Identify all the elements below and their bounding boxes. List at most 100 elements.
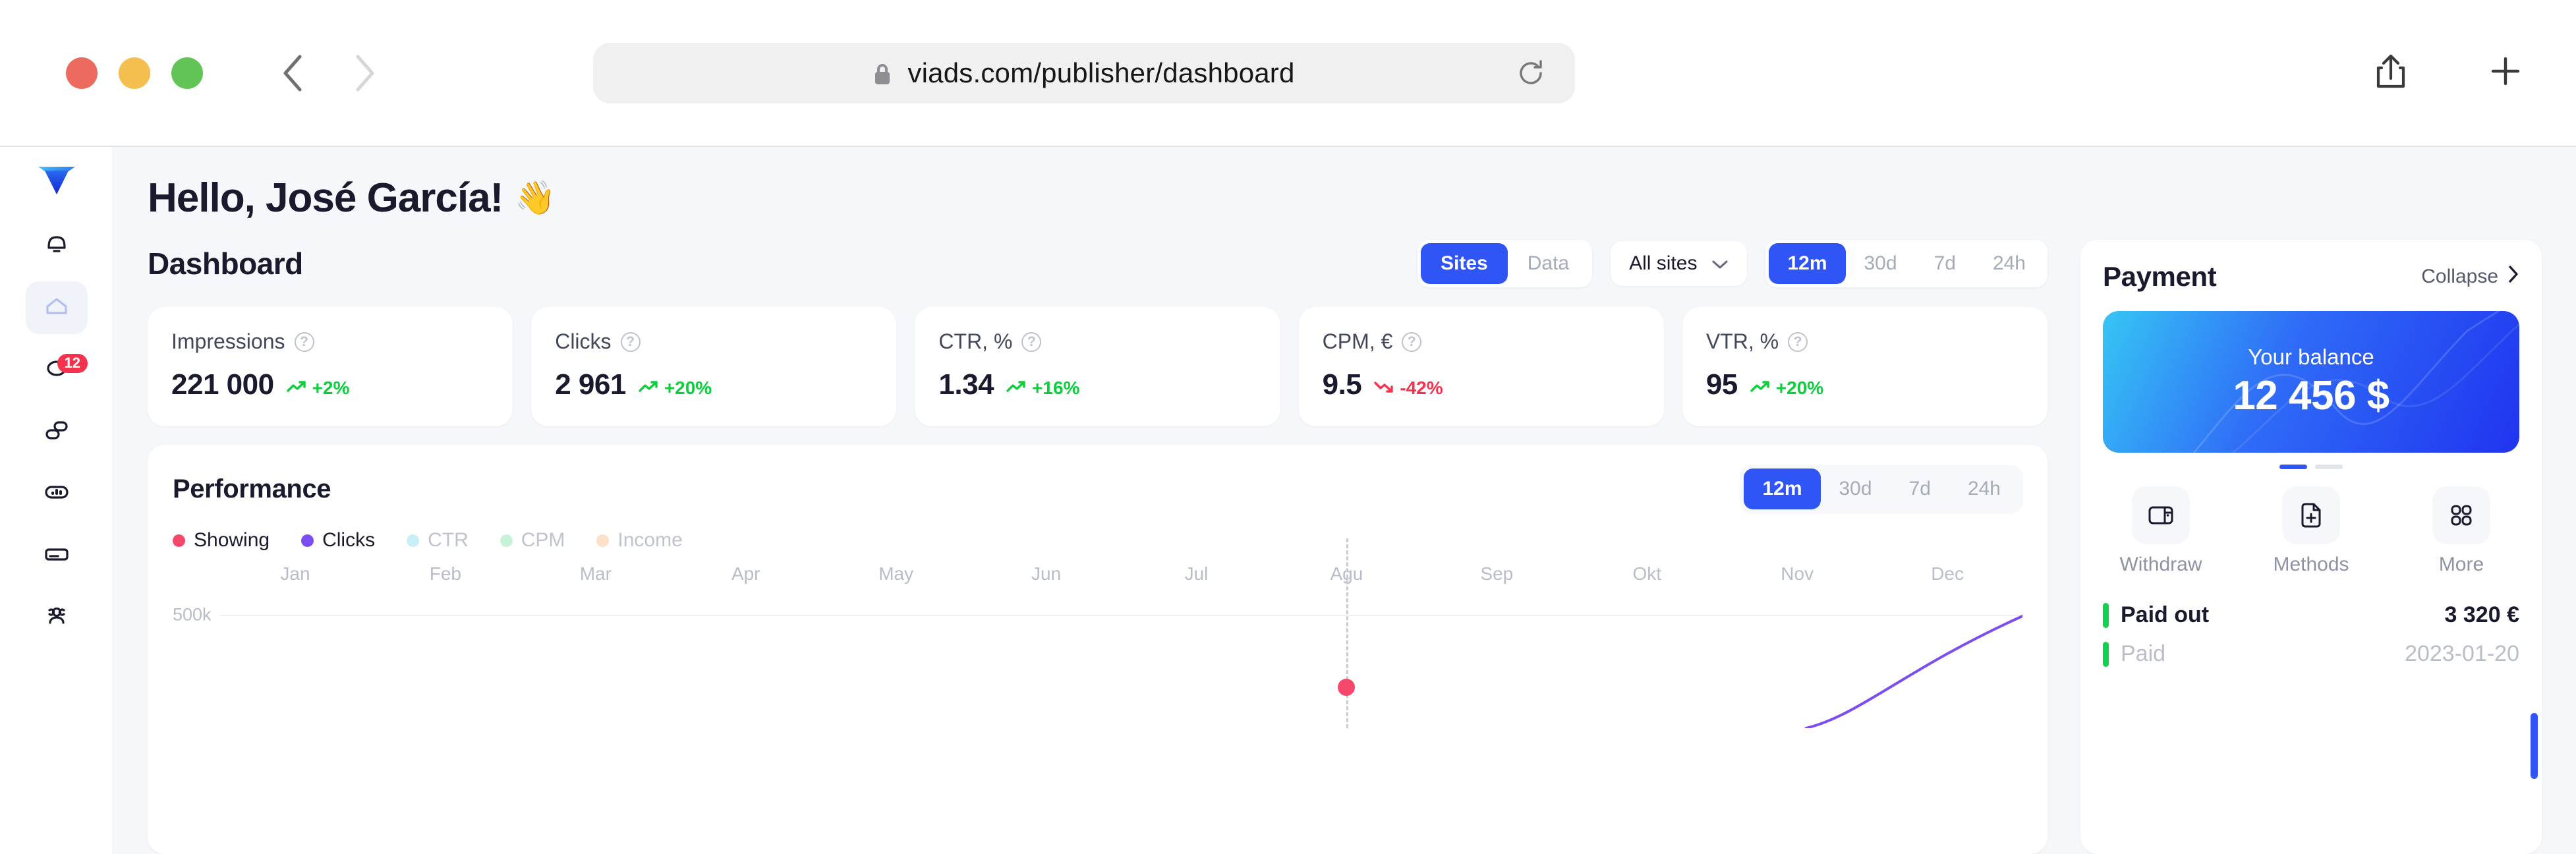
carousel-dot-active[interactable] [2279,465,2307,469]
kpi-value: 2 961 [555,368,626,401]
app-root: 12 Hello, José García! 👋 Dashboard Sites… [0,147,2576,854]
kpi-card-cpm: CPM, € ? 9.5 -42% [1298,307,1664,426]
sidebar-item-payments[interactable] [26,529,88,582]
x-tick: Jul [1184,563,1209,584]
stats-icon [42,478,71,510]
help-icon[interactable]: ? [620,331,641,352]
transaction-row[interactable]: Paid 2023-01-20 [2103,635,2519,673]
legend-label: Showing [194,529,270,551]
legend-label: Clicks [322,529,376,551]
range-tab-30d[interactable]: 30d [1846,243,1916,284]
kpi-delta-text: +20% [664,378,712,398]
performance-panel: Performance 12m 30d 7d 24h Showing Click… [148,445,2047,854]
kpi-card-ctr: CTR, % ? 1.34 +16% [915,307,1280,426]
kpi-row: 221 000 +2% [171,368,489,401]
legend-item-showing[interactable]: Showing [173,529,270,552]
transaction-name: Paid out [2121,602,2210,627]
help-icon[interactable]: ? [1402,331,1422,352]
perf-range-tab-30d[interactable]: 30d [1821,469,1891,509]
x-tick: May [878,563,914,584]
more-button[interactable]: More [2409,486,2514,576]
forward-button[interactable] [348,55,381,91]
carousel-dot[interactable] [2315,465,2343,469]
collapse-button[interactable]: Collapse [2421,265,2519,289]
payment-scrollbar[interactable] [2531,713,2538,779]
reload-icon[interactable] [1516,58,1546,88]
kpi-delta: +20% [1750,378,1823,399]
balance-card[interactable]: Your balance 12 456 $ [2103,311,2519,453]
perf-range-tab-12m[interactable]: 12m [1744,469,1821,509]
content-row: Dashboard Sites Data All sites 12m 30d 7… [148,240,2542,854]
more-label: More [2438,554,2484,575]
document-plus-icon [2282,486,2340,544]
legend-item-clicks[interactable]: Clicks [301,529,375,552]
transaction-value: 2023-01-20 [2405,641,2519,666]
kpi-value: 95 [1705,368,1738,401]
range-tab-7d[interactable]: 7d [1916,243,1974,284]
main-content: Hello, José García! 👋 Dashboard Sites Da… [113,147,2576,854]
dashboard-controls: Sites Data All sites 12m 30d 7d 24h [1417,240,2047,287]
dashboard-title: Dashboard [148,246,303,281]
withdraw-button[interactable]: Withdraw [2108,486,2214,576]
sidebar: 12 [0,147,113,854]
transaction-value: 3 320 € [2444,602,2519,627]
help-icon[interactable]: ? [294,331,314,352]
kpi-card-clicks: Clicks ? 2 961 +20% [531,307,897,426]
sidebar-item-users[interactable] [26,591,88,644]
close-window-button[interactable] [66,57,98,89]
x-tick: Dec [1931,563,1964,584]
sidebar-item-statistics[interactable] [26,467,88,520]
payment-column: Payment Collapse Your balance 12 456 $ W… [2080,240,2542,854]
kpi-row: 9.5 -42% [1323,368,1640,401]
kpi-label-text: CPM, € [1322,329,1393,353]
address-bar[interactable]: viads.com/publisher/dashboard [593,42,1575,103]
help-icon[interactable]: ? [1021,331,1042,352]
withdraw-label: Withdraw [2119,554,2202,575]
x-tick: Okt [1632,563,1662,584]
kpi-delta-text: -42% [1400,378,1443,398]
legend-label: CTR [428,529,469,551]
sidebar-item-dashboard[interactable] [25,281,88,334]
perf-range-tab-24h[interactable]: 24h [1949,469,2019,509]
view-toggle-data[interactable]: Data [1508,243,1589,284]
url-text: viads.com/publisher/dashboard [907,57,1295,88]
kpi-delta: +20% [638,378,712,399]
legend-item-ctr[interactable]: CTR [407,529,469,552]
legend-dot [301,534,314,547]
collapse-label: Collapse [2421,266,2498,287]
methods-button[interactable]: Methods [2258,486,2364,576]
trend-up-icon [286,378,307,399]
trend-up-icon [638,378,659,399]
dashboard-toolbar: Dashboard Sites Data All sites 12m 30d 7… [148,240,2047,287]
kpi-value: 9.5 [1322,368,1362,401]
payment-actions: Withdraw Methods More [2103,486,2519,576]
sidebar-item-notifications[interactable] [26,219,88,272]
maximize-window-button[interactable] [171,57,203,89]
back-button[interactable] [277,55,310,91]
range-tab-24h[interactable]: 24h [1974,243,2044,284]
kpi-label: VTR, % ? [1706,329,2024,354]
share-icon[interactable] [2373,52,2409,94]
transaction-row[interactable]: Paid out 3 320 € [2103,596,2519,635]
page-title: Hello, José García! 👋 [148,175,2542,221]
new-tab-icon[interactable] [2488,53,2523,92]
range-tab-12m[interactable]: 12m [1769,243,1846,284]
view-toggle-sites[interactable]: Sites [1421,243,1508,284]
sidebar-item-logo[interactable] [26,159,88,205]
help-icon[interactable]: ? [1788,331,1808,352]
legend-item-cpm[interactable]: CPM [500,529,565,552]
dashboard-range-tabs: 12m 30d 7d 24h [1765,240,2047,287]
perf-range-tab-7d[interactable]: 7d [1891,469,1949,509]
home-icon [42,292,71,324]
sidebar-item-messages[interactable]: 12 [26,343,88,396]
legend-item-income[interactable]: Income [596,529,683,552]
kpi-delta: +2% [286,378,349,399]
sidebar-item-links[interactable] [26,405,88,458]
minimize-window-button[interactable] [119,57,150,89]
y-tick-label: 500k [173,604,212,625]
site-filter-select[interactable]: All sites [1611,241,1748,286]
browser-chrome: viads.com/publisher/dashboard [0,0,2576,147]
performance-chart[interactable]: Jan Feb Mar Apr May Jun Jul Agu Sep Okt … [173,538,2022,854]
payment-header: Payment Collapse [2103,261,2519,293]
x-tick: Nov [1781,563,1814,584]
